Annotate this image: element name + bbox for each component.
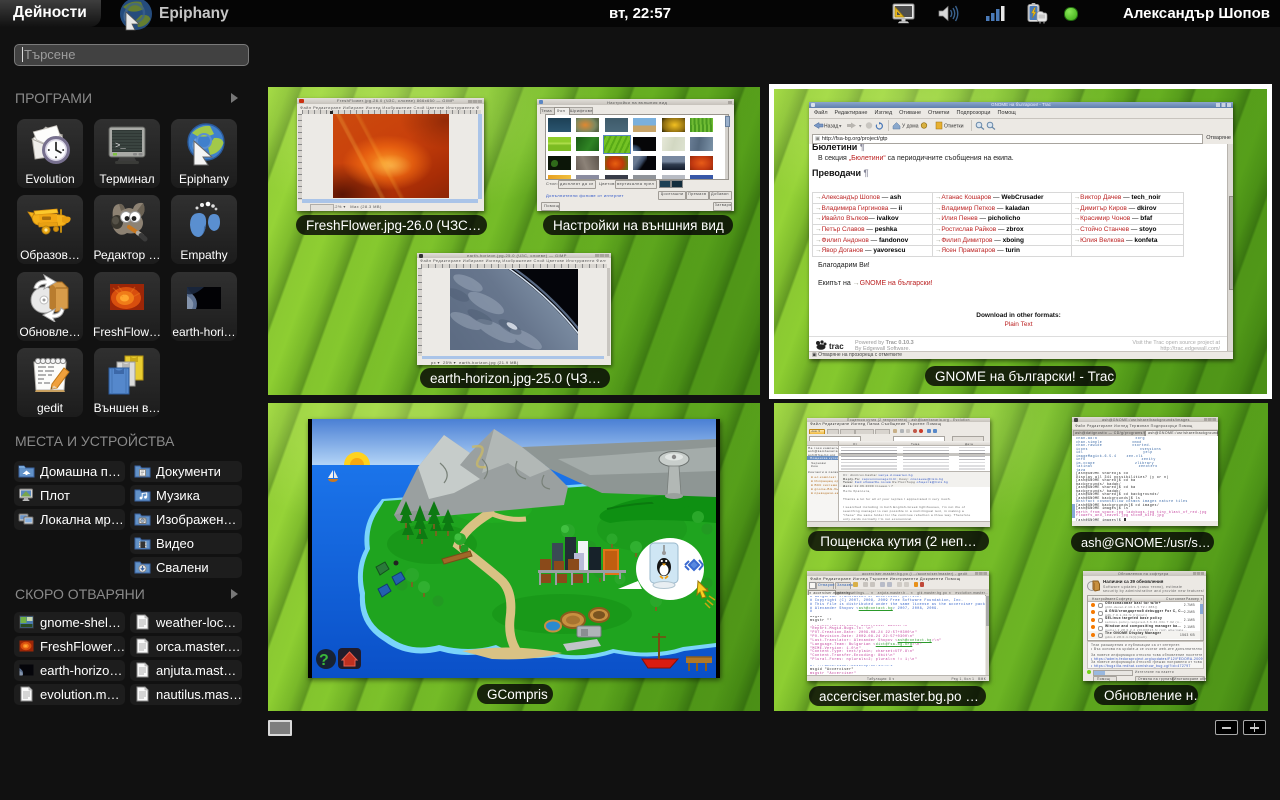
svg-text:У дома: У дома xyxy=(902,124,919,130)
svg-text:trac: trac xyxy=(829,342,844,351)
svg-text:▾: ▾ xyxy=(839,124,842,130)
svg-text:▾: ▾ xyxy=(859,124,862,130)
svg-text:?: ? xyxy=(319,652,329,669)
svg-text:Назад: Назад xyxy=(824,124,838,130)
svg-text:>_: >_ xyxy=(115,141,126,151)
svg-text:Отметки: Отметки xyxy=(944,124,964,130)
